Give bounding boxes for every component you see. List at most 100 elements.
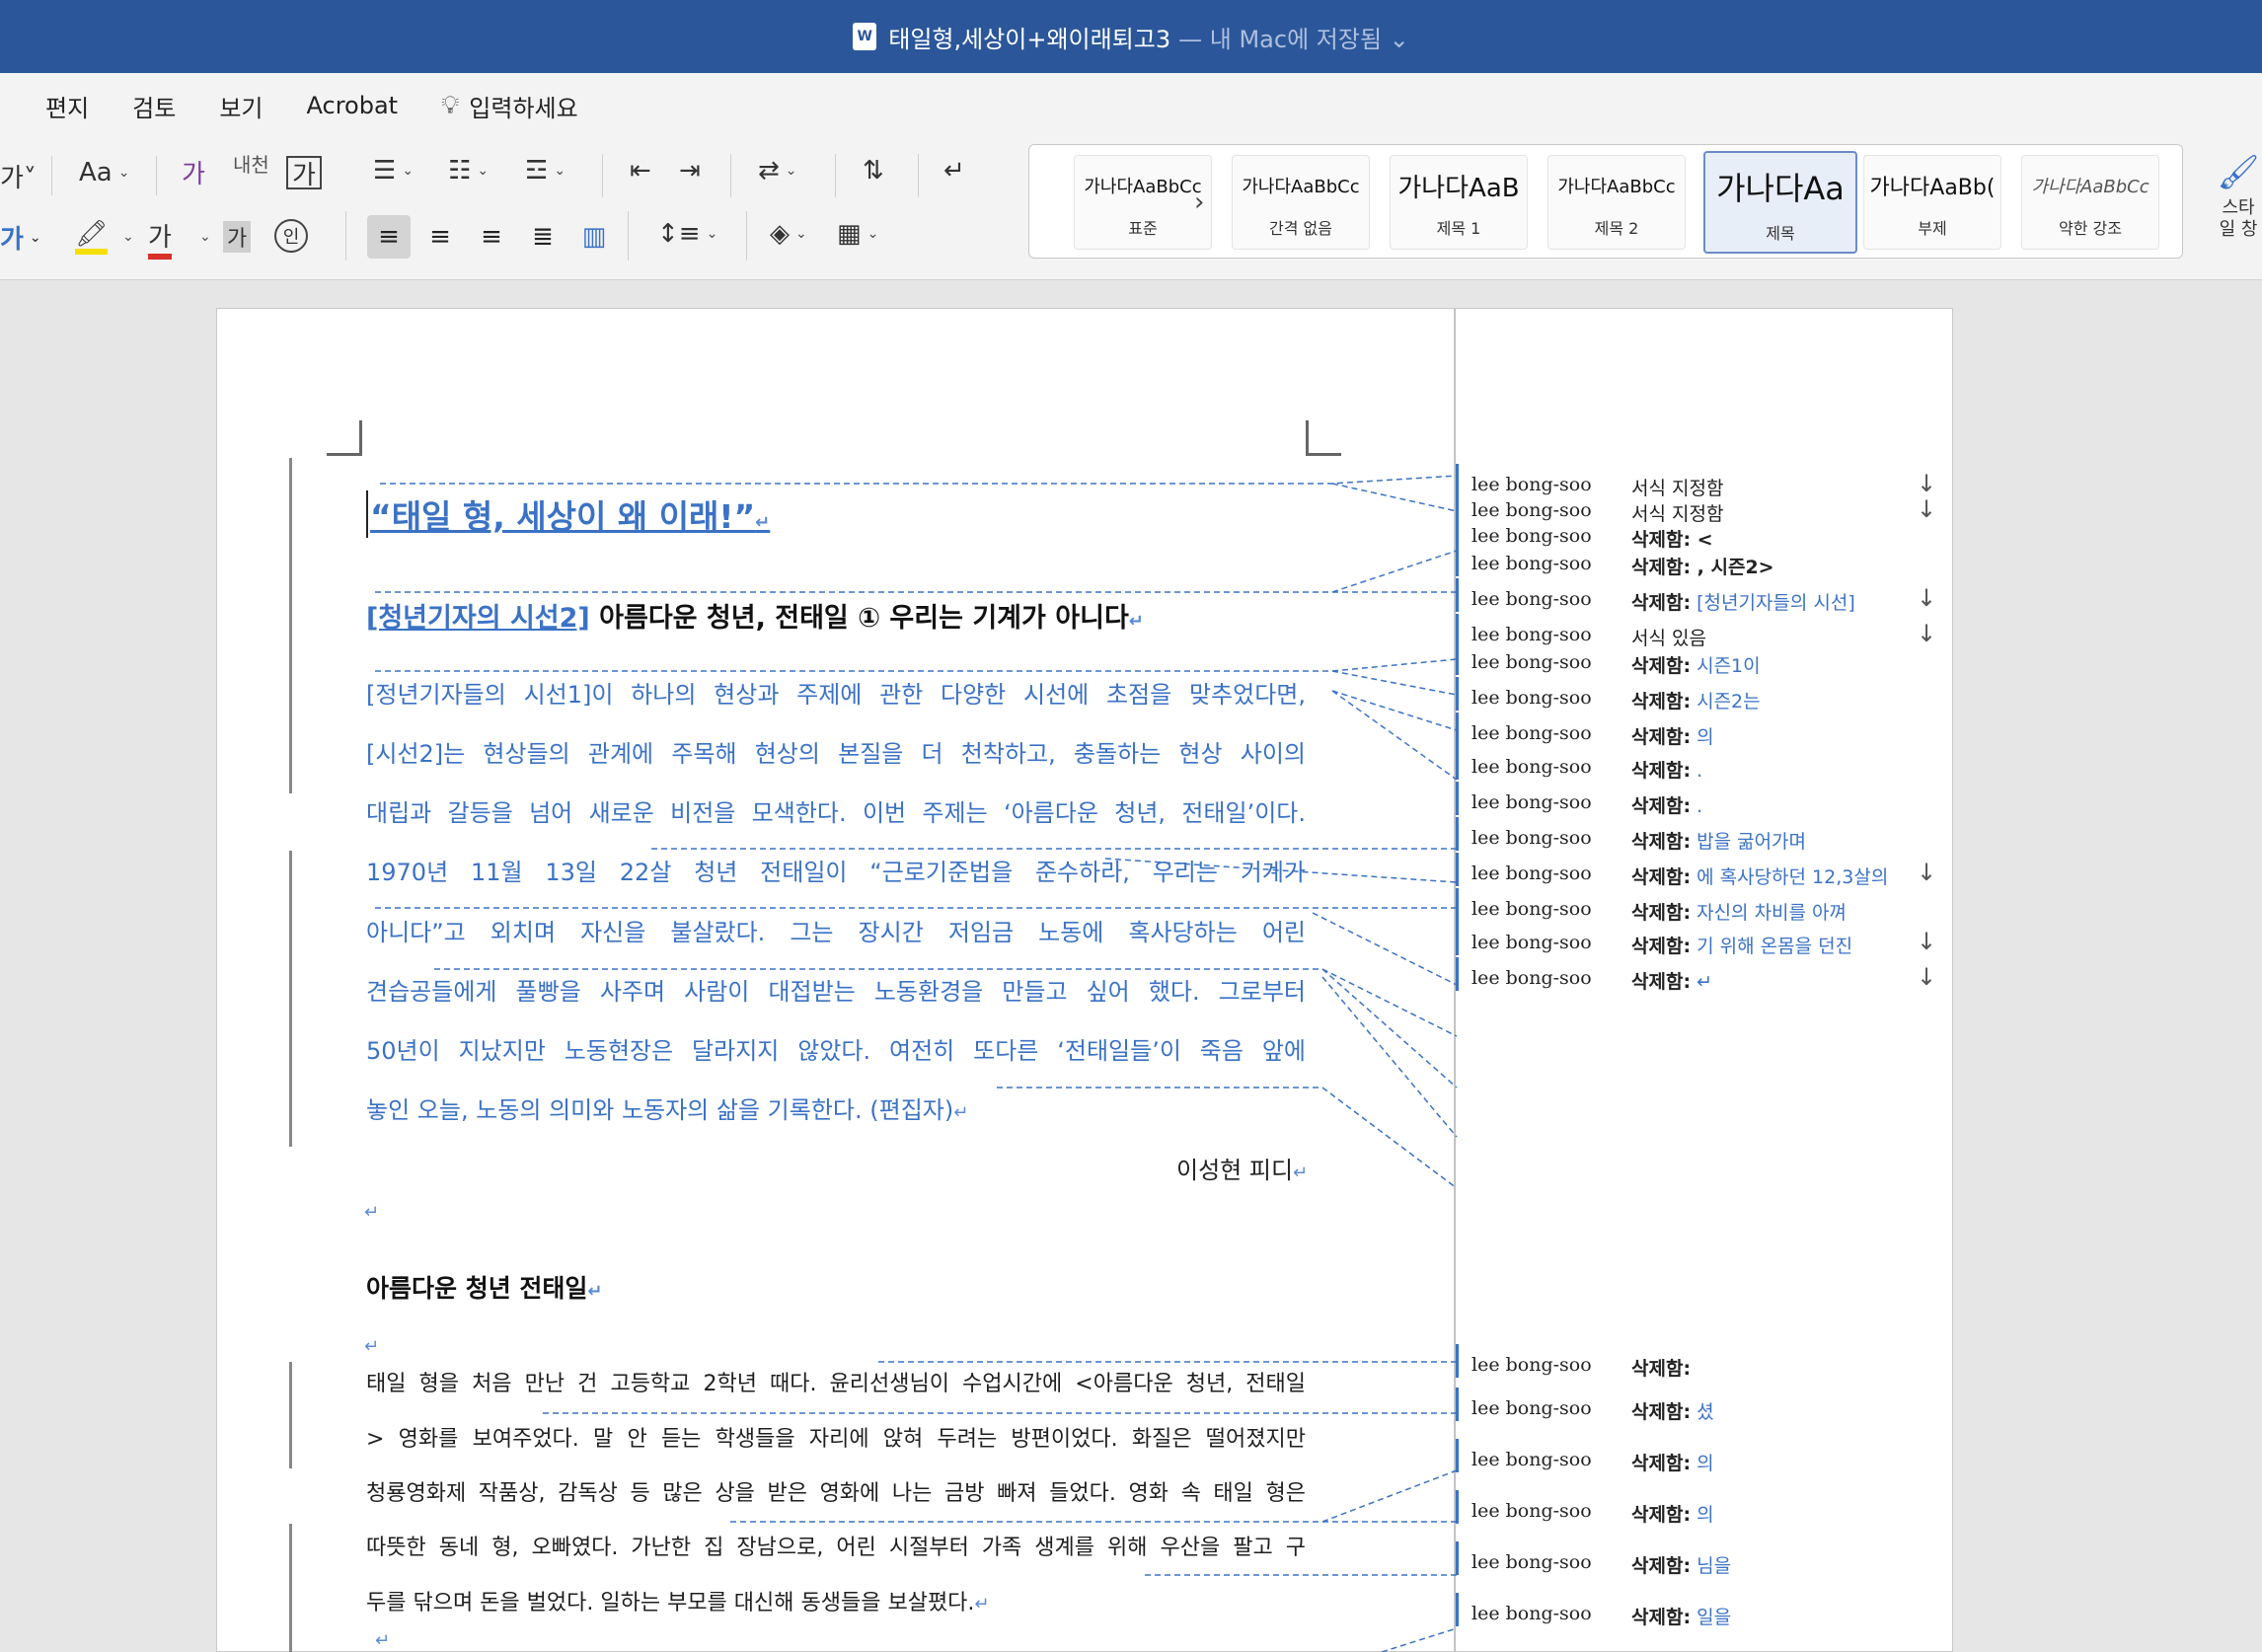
balloon-change[interactable]: 삭제함: [청년기자들의 시선] [1631, 588, 1855, 615]
font-color-preview[interactable]: 가 ⌄ [0, 219, 41, 256]
decrease-indent-icon[interactable]: ⇤ [630, 156, 651, 186]
balloon-change[interactable]: 삭제함: 자신의 차비를 아껴 [1631, 898, 1847, 925]
style-no-spacing[interactable]: 가나다AaBbCc 간격 없음 [1232, 155, 1370, 250]
balloon-change[interactable]: 삭제함: 밥을 굶어가며 [1631, 827, 1806, 854]
balloon-deleted-text: 에 혹사당하던 12,3살의 [1691, 866, 1889, 888]
expand-arrow-icon[interactable]: ↓ [1917, 859, 1936, 886]
sort-icon[interactable]: ⇅ [863, 156, 884, 186]
balloon-change[interactable]: 삭제함: 님을 [1631, 1551, 1731, 1578]
style-normal[interactable]: 가나다AaBbCc 표준 [1074, 155, 1212, 250]
balloon-change[interactable]: 삭제함: 시즌1이 [1631, 651, 1761, 678]
align-left-button[interactable]: ≡ [367, 215, 411, 259]
balloon-change-bar [1456, 543, 1459, 576]
change-bar [289, 1362, 292, 1468]
balloon-change[interactable]: 삭제함: 셨 [1631, 1397, 1714, 1424]
highlight-color-button[interactable]: 🖍︎ [75, 219, 109, 255]
text-direction-button[interactable]: ⇄ ⌄ [758, 156, 797, 186]
balloon-change[interactable]: 삭제함: 시즌2는 [1631, 687, 1761, 713]
style-title[interactable]: 가나다Aa 제목 [1703, 151, 1857, 254]
expand-arrow-icon[interactable]: ↓ [1917, 928, 1936, 955]
expand-arrow-icon[interactable]: ↓ [1917, 470, 1936, 497]
balloon-change[interactable]: 삭제함: 기 위해 온몸을 던진 [1631, 932, 1852, 958]
intro-line-last[interactable]: 놓인 오늘, 노동의 의미와 노동자의 삶을 기록한다. (편집자)↵ [366, 1090, 1306, 1125]
body-line[interactable]: 따뜻한 동네 형, 오빠였다. 가난한 집 장남으로, 어린 시절부터 가족 생… [366, 1530, 1306, 1561]
tell-me-input[interactable]: 입력하세요 [469, 89, 577, 123]
tab-acrobat[interactable]: Acrobat [307, 92, 399, 119]
tab-review[interactable]: 검토 [132, 89, 176, 123]
balloon-change[interactable]: 삭제함: . [1631, 791, 1702, 818]
style-subtle-emphasis[interactable]: 가나다AaBbCc 약한 강조 [2021, 155, 2159, 250]
bullets-button[interactable]: ☰ ⌄ [373, 156, 414, 186]
byline[interactable]: 이성현 피디↵ [1176, 1151, 1308, 1185]
balloon-deleted-text: 님을 [1691, 1555, 1732, 1577]
intro-line[interactable]: 견습공들에게 풀빵을 사주며 사람이 대접받는 노동환경을 만들고 싶어 했다.… [366, 972, 1306, 1007]
balloon-change[interactable]: 삭제함: 의 [1631, 1449, 1714, 1475]
style-subtitle[interactable]: 가나다AaBb( 부제 [1863, 155, 2001, 250]
balloon-change[interactable]: 서식 지정함 [1631, 499, 1723, 526]
save-location-menu[interactable]: — 내 Mac에 저장됨 ⌄ [1178, 20, 1409, 54]
expand-arrow-icon[interactable]: ↓ [1917, 620, 1936, 647]
expand-arrow-icon[interactable]: ↓ [1917, 584, 1936, 612]
shading-button[interactable]: ◈ ⌄ [770, 219, 807, 249]
intro-line[interactable]: 아니다”고 외치며 자신을 불살랐다. 그는 장시간 저임금 노동에 혹사당하는… [366, 913, 1306, 947]
article-headline[interactable]: “태일 형, 세상이 왜 이래!”↵ [366, 490, 770, 538]
body-line[interactable]: 청룡영화제 작품상, 감독상 등 많은 상을 받은 영화에 나는 금방 빠져 들… [366, 1475, 1306, 1507]
gallery-next-arrow-icon[interactable]: › [1194, 188, 1204, 217]
multilevel-list-button[interactable]: ☲ ⌄ [525, 156, 566, 186]
font-size-grow-icon[interactable]: 가˅ [0, 158, 37, 194]
expand-arrow-icon[interactable]: ↓ [1917, 963, 1936, 991]
margin-corner-mark [327, 420, 362, 456]
character-shading-icon[interactable]: 가 [223, 221, 252, 253]
line-spacing-button[interactable]: ↕≡ ⌄ [657, 219, 717, 249]
tab-mailings[interactable]: 편지 [45, 89, 89, 123]
borders-button[interactable]: ▦ ⌄ [837, 219, 878, 249]
font-color-button[interactable]: 가 [148, 217, 172, 260]
balloon-change[interactable]: 삭제함: 의 [1631, 722, 1714, 749]
increase-indent-icon[interactable]: ⇥ [679, 156, 701, 186]
style-heading-2[interactable]: 가나다AaBbCc 제목 2 [1547, 155, 1686, 250]
numbering-button[interactable]: ☷ ⌄ [448, 156, 489, 186]
article-subhead[interactable]: [청년기자의 시선2] 아름다운 청년, 전태일 ① 우리는 기계가 아니다↵ [366, 596, 1144, 635]
intro-line[interactable]: [시선2]는 현상들의 관계에 주목해 현상의 본질을 더 천착하고, 충돌하는… [366, 734, 1306, 769]
change-case-button[interactable]: Aa ⌄ [79, 158, 129, 188]
highlight-color-dropdown[interactable]: ⌄ [122, 229, 134, 245]
expand-arrow-icon[interactable]: ↓ [1917, 495, 1936, 523]
style-heading-1[interactable]: 가나다AaB 제목 1 [1390, 155, 1528, 250]
balloon-change[interactable]: 서식 지정함 [1631, 474, 1723, 500]
body-line[interactable]: > 영화를 보여주었다. 말 안 듣는 학생들을 자리에 앉혀 두려는 방편이었… [366, 1421, 1306, 1453]
balloon-change-bar [1456, 957, 1459, 991]
section-title[interactable]: 아름다운 청년 전태일↵ [366, 1269, 603, 1305]
balloon-change[interactable]: 삭제함: ↵ [1631, 967, 1712, 994]
body-line[interactable]: 태일 형을 처음 만난 건 고등학교 2학년 때다. 윤리선생님이 수업시간에 … [366, 1366, 1306, 1397]
balloon-change[interactable]: 삭제함: [1631, 1354, 1691, 1381]
balloon-change-bar [1456, 1344, 1459, 1378]
balloon-deleted-text: 의 [1691, 726, 1714, 748]
phonetic-guide-icon[interactable]: 내천 [233, 155, 269, 175]
font-color-dropdown[interactable]: ⌄ [199, 229, 211, 245]
styles-pane-button[interactable]: 🖌︎ 스타일 창 [2215, 148, 2262, 266]
intro-line[interactable]: 대립과 갈등을 넘어 새로운 비전을 모색한다. 이번 주제는 ‘아름다운 청년… [366, 793, 1306, 828]
balloon-change[interactable]: 삭제함: 의 [1631, 1500, 1714, 1527]
balloon-change[interactable]: 삭제함: . [1631, 756, 1702, 783]
align-center-button[interactable]: ≡ [418, 215, 462, 259]
balloon-author: lee bong-soo [1471, 898, 1592, 920]
intro-line[interactable]: [정년기자들의 시선1]이 하나의 현상과 주제에 관한 다양한 시선에 초점을… [366, 675, 1306, 710]
body-line-last[interactable]: 두를 닦으며 돈을 벌었다. 일하는 부모를 대신해 동생들을 보살폈다.↵ [366, 1585, 1306, 1616]
intro-line[interactable]: 50년이 지났지만 노동현장은 달라지지 않았다. 여전히 또다른 ‘전태일들’… [366, 1031, 1306, 1066]
balloon-author: lee bong-soo [1471, 553, 1592, 574]
balloon-change[interactable]: 삭제함: 에 혹사당하던 12,3살의 [1631, 863, 1888, 889]
balloon-change[interactable]: 삭제함: < [1631, 525, 1713, 552]
character-border-icon[interactable]: 가 [286, 156, 322, 190]
balloon-change[interactable]: 서식 있음 [1631, 624, 1706, 650]
show-formatting-marks-icon[interactable]: ↵ [943, 156, 965, 186]
balloon-change[interactable]: 삭제함: 일을 [1631, 1603, 1731, 1629]
balloon-deleted-text: 일을 [1691, 1607, 1732, 1628]
distributed-align-button[interactable]: ▥ [572, 215, 616, 259]
clear-formatting-icon[interactable]: 가 [182, 154, 205, 190]
tab-view[interactable]: 보기 [219, 89, 263, 123]
justify-button[interactable]: ≣ [521, 215, 565, 259]
align-right-button[interactable]: ≡ [470, 215, 513, 259]
balloon-change[interactable]: 삭제함: , 시즌2> [1631, 553, 1774, 579]
intro-line[interactable]: 1970년 11월 13일 22살 청년 전태일이 “근로기준법을 준수하라, … [366, 853, 1306, 887]
enclose-characters-icon[interactable]: 인 [274, 219, 308, 253]
